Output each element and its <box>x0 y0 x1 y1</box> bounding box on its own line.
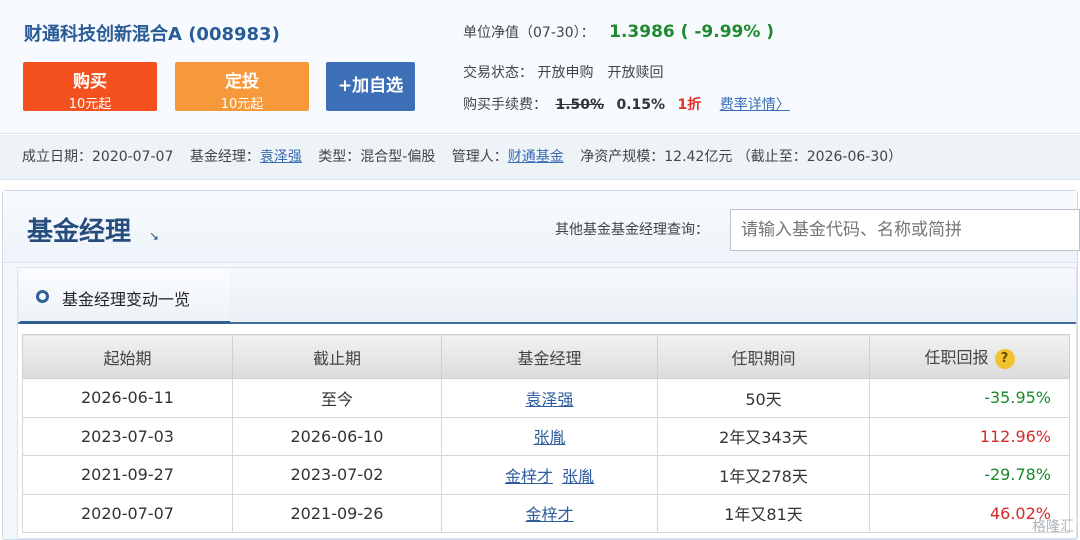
type-label: 类型： <box>318 149 361 165</box>
help-icon[interactable]: ? <box>994 348 1015 369</box>
col-start: 起始期 <box>22 334 233 379</box>
fixed-invest-label: 定投 <box>225 72 259 92</box>
manager-panel: 基金经理 ↘ 其他基金基金经理查询： 基金经理变动一览 起始期 截止期 基金经理… <box>2 190 1080 540</box>
trade-status-label: 交易状态： <box>463 65 533 81</box>
manager-cell: 张胤 <box>441 416 658 456</box>
buy-button-label: 购买 <box>73 72 107 92</box>
end-date: 至今 <box>232 378 442 418</box>
start-date: 2020-07-07 <box>22 493 233 533</box>
fee-row: 购买手续费： 1.50% 0.15% 1折 费率详情〉 <box>463 94 790 114</box>
nav-label: 单位净值（07-30）： <box>463 25 595 41</box>
fee-discount-badge: 1折 <box>677 97 702 113</box>
table-row: 2023-07-03 2026-06-10 张胤 2年又343天 112.96% <box>22 416 1070 456</box>
manager-link[interactable]: 袁泽强 <box>525 390 573 409</box>
tab-manager-changes[interactable]: 基金经理变动一览 <box>20 268 230 324</box>
size-value: 12.42亿元 （截止至：2026-06-30） <box>664 149 903 165</box>
manager-search-input[interactable] <box>730 209 1080 251</box>
fund-meta-strip: 成立日期：2020-07-07 基金经理：袁泽强 类型：混合型-偏股 管理人：财… <box>0 135 1080 180</box>
end-date: 2023-07-02 <box>232 455 442 495</box>
admin-link[interactable]: 财通基金 <box>508 149 564 165</box>
manager-link[interactable]: 袁泽强 <box>260 149 302 165</box>
fee-original: 1.50% <box>555 97 605 113</box>
size-label: 净资产规模： <box>580 149 665 165</box>
table-row: 2026-06-11 至今 袁泽强 50天 -35.95% <box>22 378 1070 418</box>
fixed-invest-sub: 10元起 <box>220 97 264 112</box>
buy-button[interactable]: 购买 10元起 <box>23 62 157 112</box>
start-date: 2026-06-11 <box>22 378 233 418</box>
type-value: 混合型-偏股 <box>360 149 436 165</box>
tenure-return: -35.95% <box>869 378 1070 418</box>
tenure-return: -29.78% <box>869 455 1070 495</box>
manager-link[interactable]: 张胤 <box>533 428 565 447</box>
start-date: 2023-07-03 <box>22 416 233 456</box>
end-date: 2026-06-10 <box>232 416 442 456</box>
query-label: 其他基金基金经理查询： <box>555 222 709 238</box>
arrow-icon[interactable]: ↘ <box>149 229 159 243</box>
manager-changes-section: 基金经理变动一览 起始期 截止期 基金经理 任职期间 任职回报? 2026-06… <box>17 267 1077 539</box>
manager-cell: 金梓才 张胤 <box>441 455 658 495</box>
col-end: 截止期 <box>232 334 442 379</box>
tenure-period: 1年又81天 <box>657 493 870 533</box>
fee-detail-link[interactable]: 费率详情〉 <box>720 97 790 113</box>
manager-cell: 金梓才 <box>441 493 658 533</box>
manager-link[interactable]: 金梓才 <box>505 467 553 486</box>
tab-bar: 基金经理变动一览 <box>18 268 1076 324</box>
panel-title: 基金经理 <box>27 217 132 247</box>
manager-label: 基金经理： <box>189 149 260 165</box>
table-row: 2020-07-07 2021-09-26 金梓才 1年又81天 46.02% <box>22 493 1070 533</box>
fixed-invest-button[interactable]: 定投 10元起 <box>175 62 309 112</box>
tenure-period: 1年又278天 <box>657 455 870 495</box>
manager-cell: 袁泽强 <box>441 378 658 418</box>
tenure-return: 112.96% <box>869 416 1070 456</box>
nav-value: 1.3986 ( -9.99% ) <box>609 22 775 42</box>
fund-header: 财通科技创新混合A (008983) 购买 10元起 定投 10元起 +加自选 … <box>0 0 1080 134</box>
trade-status-value: 开放申购 开放赎回 <box>537 65 664 81</box>
col-manager: 基金经理 <box>441 334 658 379</box>
tenure-period: 50天 <box>657 378 870 418</box>
trade-status-row: 交易状态： 开放申购 开放赎回 <box>463 62 663 82</box>
start-date: 2021-09-27 <box>22 455 233 495</box>
fund-title: 财通科技创新混合A (008983) <box>24 24 280 45</box>
nav-row: 单位净值（07-30）： 1.3986 ( -9.99% ) <box>463 22 774 42</box>
add-watchlist-button[interactable]: +加自选 <box>326 62 415 111</box>
tenure-period: 2年又343天 <box>657 416 870 456</box>
fee-discounted: 0.15% <box>616 97 666 113</box>
fee-label: 购买手续费： <box>463 97 547 113</box>
manager-link[interactable]: 金梓才 <box>525 505 573 524</box>
manager-link[interactable]: 张胤 <box>562 467 594 486</box>
table-header-row: 起始期 截止期 基金经理 任职期间 任职回报? <box>22 334 1070 379</box>
col-period: 任职期间 <box>657 334 870 379</box>
manager-table: 起始期 截止期 基金经理 任职期间 任职回报? 2026-06-11 至今 袁泽强 5… <box>22 334 1070 533</box>
col-return-label: 任职回报 <box>924 348 989 368</box>
col-return: 任职回报? <box>869 334 1070 379</box>
panel-header: 基金经理 ↘ 其他基金基金经理查询： <box>3 191 1080 263</box>
established-label: 成立日期： <box>22 149 92 165</box>
table-row: 2021-09-27 2023-07-02 金梓才 张胤 1年又278天 -29.78% <box>22 455 1070 495</box>
watermark: 格隆汇 <box>1032 519 1074 535</box>
tab-label: 基金经理变动一览 <box>62 290 191 309</box>
buy-button-sub: 10元起 <box>68 97 112 112</box>
admin-label: 管理人： <box>451 149 508 165</box>
circle-icon <box>36 290 49 303</box>
established-value: 2020-07-07 <box>92 149 174 165</box>
end-date: 2021-09-26 <box>232 493 442 533</box>
